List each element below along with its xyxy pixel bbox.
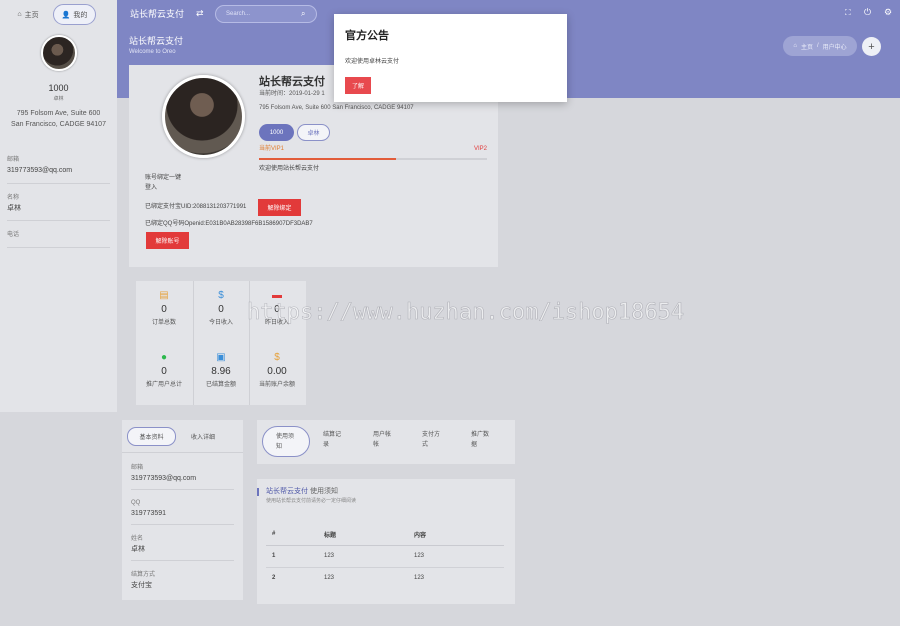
profile-address: 795 Folsom Ave, Suite 600 San Francisco,… [259, 105, 414, 111]
breadcrumb-separator: / [816, 43, 819, 49]
home-icon[interactable]: ⌂ [793, 43, 797, 49]
field-label: 邮箱 [131, 465, 144, 471]
level-current: 当前VIP1 [259, 146, 285, 152]
divider [122, 452, 243, 453]
profile-avatar [162, 75, 245, 158]
table-header: # 标题 内容 [266, 524, 504, 545]
tab-payment-method[interactable]: 支付方 式 [422, 432, 440, 449]
stat-referrals: ● 0 推广用户总计 [136, 352, 192, 388]
field-label: QQ [131, 500, 141, 506]
fullscreen-icon[interactable]: ⛶ [845, 8, 851, 18]
brand-title[interactable]: 站长帮云支付 [130, 9, 184, 20]
divider [131, 489, 234, 490]
field-value: 支付宝 [131, 582, 152, 589]
tab-promotion-data[interactable]: 推广数 据 [471, 432, 489, 449]
power-icon[interactable]: ⏻ [864, 7, 871, 18]
user-icon: 👤 [61, 11, 71, 19]
tab-user-account[interactable]: 用户帐 帐 [373, 432, 391, 449]
name-value: 卓林 [7, 205, 21, 212]
alipay-bind-text: 已绑定支付宝UID:2088131203771991 [145, 204, 247, 210]
name-label: 名称 [7, 195, 20, 201]
modal-title: 官方公告 [345, 30, 389, 42]
stat-today-income: $ 0 今日收入 [193, 290, 249, 326]
phone-label: 电话 [7, 232, 20, 238]
search-input[interactable]: Search... ⌕ [215, 5, 317, 23]
clipboard-icon: ▤ [159, 290, 169, 301]
notice-tabs: 使用须 知 结算记 录 用户帐 帐 支付方 式 推广数 据 [257, 420, 515, 464]
tab-settlement[interactable]: 结算记 录 [323, 432, 341, 449]
table-row[interactable]: 1 123 123 [266, 545, 504, 567]
sidebar-count: 1000 [48, 83, 69, 93]
level-progress-track [259, 158, 487, 160]
page-title: 站长帮云支付 [129, 36, 184, 46]
current-time: 当前时间：2019-01-29 1 [259, 91, 325, 97]
dollar-icon: $ [218, 290, 224, 301]
watermark: https://www.huzhan.com/ishop18654 [247, 300, 685, 326]
unbind-alipay-button[interactable]: 解除绑定 [258, 199, 301, 216]
modal-confirm-button[interactable]: 了解 [345, 77, 371, 94]
document-icon: ▣ [216, 352, 226, 363]
divider [7, 247, 110, 248]
avatar[interactable] [41, 35, 77, 71]
email-label: 邮箱 [7, 157, 20, 163]
notice-table: # 标题 内容 1 123 123 2 123 123 [266, 524, 504, 589]
home-icon: ⌂ [17, 11, 22, 18]
stat-settled: ▣ 8.96 已结算金额 [193, 352, 249, 388]
notice-card: 站长帮云支付 使用须知 使用站长帮云支付前请务必一定仔细阅读 # 标题 内容 1… [257, 479, 515, 604]
field-label: 姓名 [131, 536, 144, 542]
search-placeholder: Search... [226, 11, 251, 17]
address-line-2: San Francisco, CADGE 94107 [11, 121, 106, 128]
swap-icon[interactable]: ⇄ [196, 8, 204, 19]
field-value: 319773593@qq.com [131, 475, 197, 482]
tab-basic-info[interactable]: 基本资料 [127, 427, 176, 446]
sidebar-tab-mine[interactable]: 👤 我的 [53, 4, 96, 25]
welcome-text: 欢迎使用站长帮云支付 [259, 166, 320, 172]
field-value: 卓林 [131, 546, 145, 553]
notice-title: 站长帮云支付 使用须知 [266, 488, 338, 495]
search-icon[interactable]: ⌕ [301, 9, 305, 19]
unbind-qq-button[interactable]: 解除账号 [146, 232, 189, 249]
breadcrumb-home[interactable]: 主页 [801, 42, 813, 51]
profile-name: 站长帮云支付 [259, 76, 325, 88]
field-label: 结算方式 [131, 572, 156, 578]
breadcrumb: ⌂ 主页 / 用户中心 [783, 36, 857, 56]
divider [7, 220, 110, 221]
stat-orders: ▤ 0 订单总数 [136, 290, 192, 326]
qq-bind-text: 已绑定QQ号码Openid:E031B0AB28398F6B1586907DF3… [145, 221, 313, 227]
level-progress-fill [259, 158, 396, 160]
level-next: VIP2 [474, 146, 488, 152]
announcement-modal: 官方公告 欢迎使用卓林云支付 了解 [334, 14, 567, 102]
modal-body: 欢迎使用卓林云支付 [345, 59, 400, 65]
info-card: 基本资料 收入详细 邮箱 319773593@qq.com QQ 3197735… [122, 420, 243, 600]
count-button[interactable]: 1000 [259, 124, 294, 141]
table-row[interactable]: 2 123 123 [266, 567, 504, 589]
bind-title: 账号绑定一键 [145, 175, 182, 181]
divider [131, 560, 234, 561]
email-value: 319773593@qq.com [7, 167, 73, 174]
title-accent [257, 488, 259, 496]
sidebar-badge: 卓林 [53, 96, 64, 102]
divider [131, 524, 234, 525]
dollar-icon: $ [274, 352, 280, 363]
gear-icon[interactable]: ⚙ [884, 7, 892, 18]
left-sidebar: ⌂ 主页 👤 我的 1000 卓林 795 Folsom Ave, Suite 60… [0, 0, 117, 412]
sidebar-tab-home[interactable]: ⌂ 主页 [8, 4, 48, 25]
address-line-1: 795 Folsom Ave, Suite 600 [16, 110, 101, 117]
tab-usage-notice[interactable]: 使用须 知 [262, 426, 310, 457]
tab-income-detail[interactable]: 收入详细 [182, 427, 224, 446]
bind-subtitle: 登入 [145, 185, 158, 191]
user-icon: ● [160, 352, 168, 363]
field-value: 319773591 [131, 510, 167, 517]
stat-balance: $ 0.00 当前账户余额 [249, 352, 305, 388]
add-button[interactable]: + [862, 37, 881, 56]
divider [7, 183, 110, 184]
breadcrumb-current: 用户中心 [822, 44, 847, 51]
notice-desc: 使用站长帮云支付前请务必一定仔细阅读 [266, 498, 357, 504]
level-button[interactable]: 卓林 [297, 124, 330, 141]
page-subtitle: Welcome to Oreo [129, 49, 176, 55]
